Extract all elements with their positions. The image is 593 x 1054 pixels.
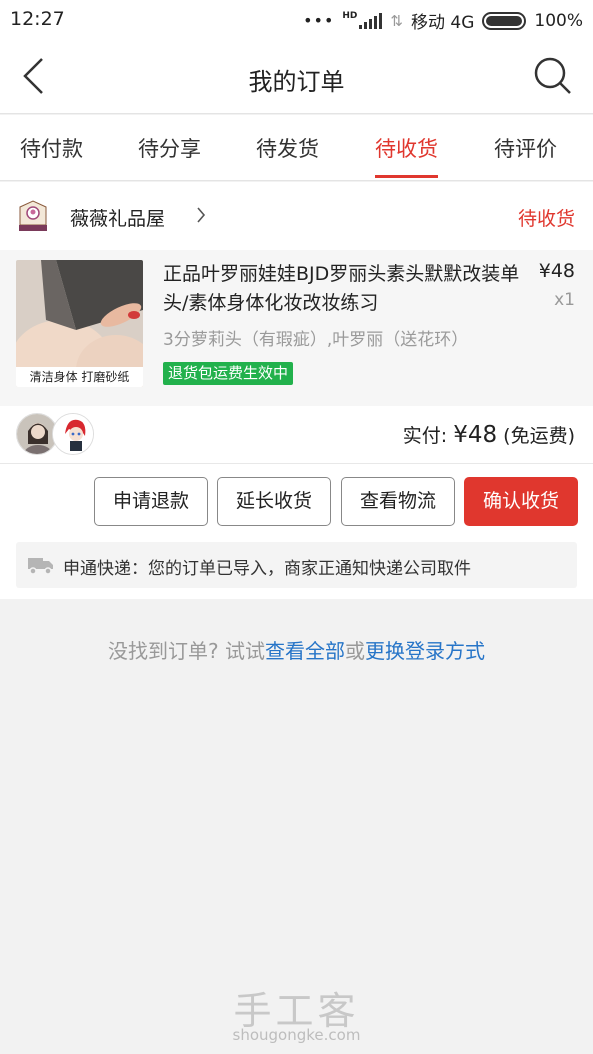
return-shipping-badge: 退货包运费生效中 [163, 362, 294, 385]
product-price: ¥48 [538, 260, 575, 282]
not-found-or: 或 [344, 639, 365, 663]
paid-amount: ¥48 [453, 422, 498, 448]
order-card: 薇薇礼品屋 待收货 清洁身体 打磨砂纸 正品叶罗丽娃娃BJD罗丽头素头默默改装单… [0, 182, 593, 599]
tab-pending-receipt[interactable]: 待收货 [375, 133, 438, 178]
order-tabs: 待付款 待分享 待发货 待收货 待评价 [0, 115, 593, 181]
confirm-receipt-button[interactable]: 确认收货 [464, 477, 578, 526]
product-quantity: x1 [554, 290, 575, 310]
switch-login-link[interactable]: 更换登录方式 [365, 639, 485, 663]
product-row[interactable]: 清洁身体 打磨砂纸 正品叶罗丽娃娃BJD罗丽头素头默默改装单头/素体身体化妆改妆… [0, 250, 593, 406]
active-tab-indicator [375, 175, 438, 178]
more-dots-icon: ••• [303, 11, 335, 30]
paid-label: 实付: [402, 425, 448, 447]
not-found-prefix: 没找到订单? 试试 [108, 639, 265, 663]
paid-total: 实付: ¥48 (免运费) [403, 421, 575, 448]
signal-icon: HD [342, 10, 383, 29]
carrier-label: 移动 4G [410, 13, 475, 33]
avatar[interactable] [52, 413, 94, 455]
battery-percent: 100% [534, 10, 583, 31]
product-variant: 3分萝莉头（有瑕疵）,叶罗丽（送花环） [163, 330, 469, 350]
status-bar: 12:27 ••• HD ⇅ 移动 4G 100% [0, 0, 593, 40]
hd-label: HD [342, 10, 358, 21]
data-transfer-icon: ⇅ [390, 11, 403, 30]
chevron-right-icon [197, 207, 206, 223]
battery-icon [482, 11, 527, 30]
order-status: 待收货 [517, 208, 575, 230]
view-all-link[interactable]: 查看全部 [265, 639, 345, 663]
truck-icon [28, 558, 53, 575]
product-image-caption: 清洁身体 打磨砂纸 [16, 367, 143, 387]
product-image[interactable]: 清洁身体 打磨砂纸 [16, 260, 143, 387]
tab-pending-share[interactable]: 待分享 [138, 133, 201, 163]
logistics-message: 申通快递：您的订单已导入，商家正通知快递公司取件 [63, 559, 471, 579]
product-title[interactable]: 正品叶罗丽娃娃BJD罗丽头素头默默改装单头/素体身体化妆改妆练习 [163, 260, 528, 318]
extend-receipt-button[interactable]: 延长收货 [217, 477, 331, 526]
search-icon[interactable] [533, 56, 573, 96]
status-icons: ••• HD ⇅ 移动 4G 100% [303, 8, 583, 34]
watermark-url: shougongke.com [232, 1026, 361, 1044]
payment-row: 实付: ¥48 (免运费) [0, 406, 593, 464]
tab-pending-review[interactable]: 待评价 [494, 133, 557, 163]
shop-logo-icon [17, 200, 49, 232]
tab-pending-payment[interactable]: 待付款 [20, 133, 83, 163]
nav-bar: 我的订单 [0, 40, 593, 114]
shop-row[interactable]: 薇薇礼品屋 待收货 [0, 182, 593, 250]
status-time: 12:27 [10, 8, 65, 30]
view-logistics-button[interactable]: 查看物流 [341, 477, 455, 526]
shop-name[interactable]: 薇薇礼品屋 [70, 204, 165, 231]
tab-pending-shipment[interactable]: 待发货 [256, 133, 319, 163]
request-refund-button[interactable]: 申请退款 [94, 477, 208, 526]
page-title: 我的订单 [248, 68, 345, 96]
logistics-bar[interactable]: 申通快递：您的订单已导入，商家正通知快递公司取件 [16, 542, 577, 588]
shipping-note: (免运费) [503, 425, 575, 447]
not-found-hint: 没找到订单? 试试查看全部或更换登录方式 [0, 635, 593, 664]
